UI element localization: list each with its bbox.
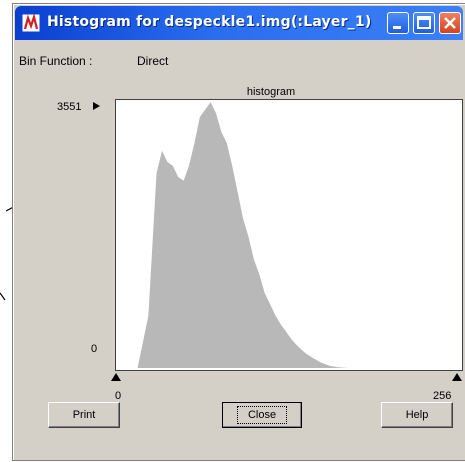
histogram-window: Histogram for despeckle1.img(:Layer_1) B…	[12, 3, 465, 461]
histogram-title: histogram	[246, 86, 296, 98]
close-icon	[444, 17, 456, 29]
histogram-plot	[115, 99, 463, 371]
app-icon	[22, 14, 40, 32]
histogram-chart	[116, 102, 462, 368]
y-max-marker-icon[interactable]	[93, 102, 101, 112]
window-title: Histogram for despeckle1.img(:Layer_1)	[47, 14, 372, 30]
close-window-button[interactable]	[439, 12, 461, 34]
bin-function-value: Direct	[137, 54, 169, 68]
y-min-label: 0	[91, 343, 98, 355]
y-max-label: 3551	[57, 101, 82, 113]
minimize-icon	[393, 26, 401, 29]
close-button-label: Close	[236, 406, 288, 424]
annotation-callout	[0, 292, 6, 301]
maximize-icon	[417, 16, 431, 29]
help-button[interactable]: Help	[381, 402, 453, 428]
histogram-area	[116, 102, 462, 368]
x-max-marker-icon[interactable]	[452, 373, 462, 383]
x-min-marker-icon[interactable]	[111, 373, 121, 383]
minimize-button[interactable]	[387, 12, 409, 34]
close-button[interactable]: Close	[222, 402, 302, 428]
maximize-button[interactable]	[413, 12, 435, 34]
x-min-label: 0	[115, 390, 122, 402]
bin-function-label: Bin Function :	[19, 54, 93, 68]
print-button[interactable]: Print	[48, 402, 120, 428]
title-bar[interactable]: Histogram for despeckle1.img(:Layer_1)	[15, 6, 463, 40]
x-max-label: 256	[433, 390, 452, 402]
